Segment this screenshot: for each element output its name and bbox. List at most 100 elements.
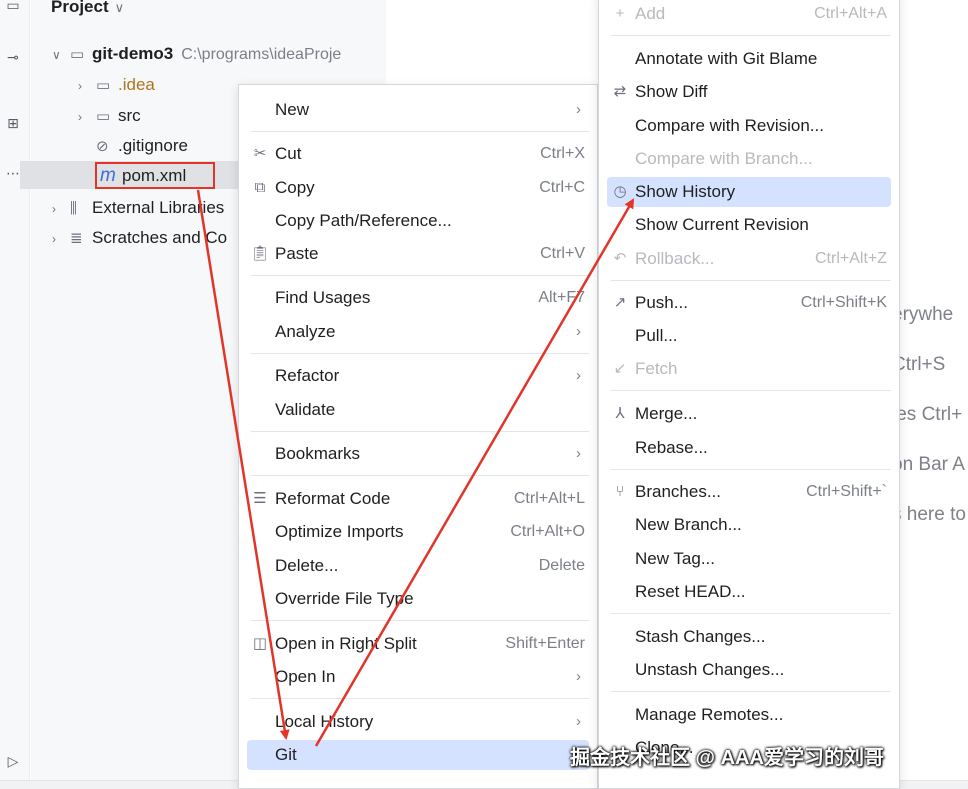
tree-item-src[interactable]: › ▭ src: [78, 102, 141, 130]
project-panel-title[interactable]: Project ∨: [51, 0, 124, 17]
chevron-right-icon[interactable]: ›: [52, 195, 70, 223]
commit-icon[interactable]: ⊸: [2, 46, 24, 68]
plus-icon: +: [615, 5, 625, 22]
push-arrow-icon: ↗: [613, 294, 627, 311]
menu-item-show-current-revision[interactable]: Show Current Revision: [607, 210, 891, 240]
menu-item-new-branch[interactable]: New Branch...: [607, 510, 891, 540]
menu-separator: [251, 698, 589, 699]
tree-item-project-root[interactable]: ∨ ▭ git-demo3 C:\programs\ideaProje: [52, 40, 341, 68]
menu-item-optimize-imports[interactable]: Optimize Imports Ctrl+Alt+O: [247, 517, 589, 547]
menu-separator: [251, 131, 589, 132]
menu-item-rollback[interactable]: ↶ Rollback... Ctrl+Alt+Z: [607, 244, 891, 274]
merge-icon: ⅄: [615, 405, 625, 422]
chevron-right-icon: ›: [576, 323, 581, 340]
menu-item-copy-path[interactable]: Copy Path/Reference...: [247, 206, 589, 236]
tree-item-external-libraries[interactable]: › ⫼ External Libraries: [52, 194, 224, 222]
menu-item-reset-head[interactable]: Reset HEAD...: [607, 577, 891, 607]
menu-item-new[interactable]: New ›: [247, 95, 589, 125]
menu-item-open-right-split[interactable]: ◫ Open in Right Split Shift+Enter: [247, 629, 589, 659]
menu-item-merge[interactable]: ⅄ Merge...: [607, 399, 891, 429]
menu-item-local-history[interactable]: Local History ›: [247, 707, 589, 737]
editor-hint: s here to: [892, 504, 966, 525]
menu-item-find-usages[interactable]: Find Usages Alt+F7: [247, 283, 589, 313]
tree-item-scratches[interactable]: › ≣ Scratches and Co: [52, 224, 227, 252]
menu-separator: [611, 390, 891, 391]
menu-item-fetch[interactable]: ↙ Fetch: [607, 354, 891, 384]
menu-item-git[interactable]: Git: [247, 740, 589, 770]
split-icon: ◫: [252, 635, 268, 652]
ignore-file-icon: ⊘: [96, 138, 109, 155]
left-tool-strip: ▭ ⊸ ⊞ ⋯ ▷: [0, 0, 30, 789]
fetch-arrow-icon: ↙: [613, 360, 627, 377]
menu-separator: [251, 620, 589, 621]
chevron-right-icon: ›: [576, 101, 581, 118]
menu-item-manage-remotes[interactable]: Manage Remotes...: [607, 700, 891, 730]
menu-item-validate[interactable]: Validate: [247, 395, 589, 425]
menu-item-copy[interactable]: ⧉ Copy Ctrl+C: [247, 173, 589, 203]
chevron-right-icon[interactable]: ›: [78, 72, 96, 100]
reformat-icon: ☰: [253, 490, 267, 507]
chevron-right-icon: ›: [576, 713, 581, 730]
clock-icon: ◷: [613, 183, 627, 200]
branch-icon: ⑂: [615, 483, 625, 500]
chevron-right-icon: ›: [576, 445, 581, 462]
menu-item-branches[interactable]: ⑂ Branches... Ctrl+Shift+`: [607, 477, 891, 507]
menu-separator: [251, 475, 589, 476]
menu-item-delete[interactable]: Delete... Delete: [247, 551, 589, 581]
scratches-icon: ≣: [70, 230, 83, 247]
menu-item-unstash[interactable]: Unstash Changes...: [607, 655, 891, 685]
menu-item-rebase[interactable]: Rebase...: [607, 433, 891, 463]
structure-icon[interactable]: ⊞: [2, 112, 24, 134]
library-icon: ⫼: [70, 200, 77, 217]
menu-separator: [611, 280, 891, 281]
menu-item-pull[interactable]: Pull...: [607, 321, 891, 351]
menu-separator: [611, 469, 891, 470]
menu-item-open-in[interactable]: Open In ›: [247, 662, 589, 692]
menu-item-new-tag[interactable]: New Tag...: [607, 544, 891, 574]
folder-icon: ▭: [96, 77, 111, 94]
watermark: 掘金技术社区 @ AAA爱学习的刘哥: [570, 747, 884, 769]
menu-item-add[interactable]: + Add Ctrl+Alt+A: [607, 0, 891, 29]
editor-hint: les Ctrl+: [892, 404, 963, 425]
menu-item-override-file-type[interactable]: Override File Type: [247, 584, 589, 614]
paste-icon: 📋︎: [250, 245, 270, 262]
menu-item-refactor[interactable]: Refactor ›: [247, 361, 589, 391]
git-submenu: + Add Ctrl+Alt+A Annotate with Git Blame ⇄…: [598, 0, 900, 789]
copy-icon: ⧉: [254, 179, 266, 196]
diff-icon: ⇄: [613, 83, 627, 100]
chevron-down-icon: ∨: [114, 0, 125, 15]
module-folder-icon: ▭: [70, 46, 85, 63]
tree-item-gitignore[interactable]: ⊘ .gitignore: [96, 132, 188, 160]
editor-hint: erywhe: [892, 304, 954, 325]
menu-item-compare-revision[interactable]: Compare with Revision...: [607, 111, 891, 141]
menu-item-analyze[interactable]: Analyze ›: [247, 317, 589, 347]
menu-separator: [251, 275, 589, 276]
menu-item-paste[interactable]: 📋︎ Paste Ctrl+V: [247, 239, 589, 269]
menu-item-annotate[interactable]: Annotate with Git Blame: [607, 44, 891, 74]
chevron-right-icon[interactable]: ›: [78, 103, 96, 131]
menu-separator: [611, 613, 891, 614]
menu-item-show-history[interactable]: ◷ Show History: [607, 177, 891, 207]
menu-item-stash[interactable]: Stash Changes...: [607, 622, 891, 652]
chevron-down-icon[interactable]: ∨: [52, 41, 70, 69]
menu-separator: [251, 431, 589, 432]
menu-item-compare-branch[interactable]: Compare with Branch...: [607, 144, 891, 174]
pom-annotation-box: [95, 162, 215, 189]
menu-item-reformat-code[interactable]: ☰ Reformat Code Ctrl+Alt+L: [247, 484, 589, 514]
run-icon[interactable]: ▷: [2, 750, 24, 772]
undo-icon: ↶: [613, 250, 627, 267]
menu-separator: [251, 353, 589, 354]
chevron-right-icon: ›: [576, 367, 581, 384]
scissors-icon: ✂: [253, 145, 267, 162]
chevron-right-icon[interactable]: ›: [52, 225, 70, 253]
tree-item-idea[interactable]: › ▭ .idea: [78, 71, 155, 99]
folder-icon[interactable]: ▭: [2, 0, 24, 16]
chevron-right-icon: ›: [576, 668, 581, 685]
menu-item-cut[interactable]: ✂ Cut Ctrl+X: [247, 139, 589, 169]
editor-hint: on Bar A: [892, 454, 965, 475]
menu-item-show-diff[interactable]: ⇄ Show Diff: [607, 77, 891, 107]
folder-icon: ▭: [96, 108, 111, 125]
menu-item-bookmarks[interactable]: Bookmarks ›: [247, 439, 589, 469]
menu-separator: [611, 691, 891, 692]
menu-item-push[interactable]: ↗ Push... Ctrl+Shift+K: [607, 288, 891, 318]
